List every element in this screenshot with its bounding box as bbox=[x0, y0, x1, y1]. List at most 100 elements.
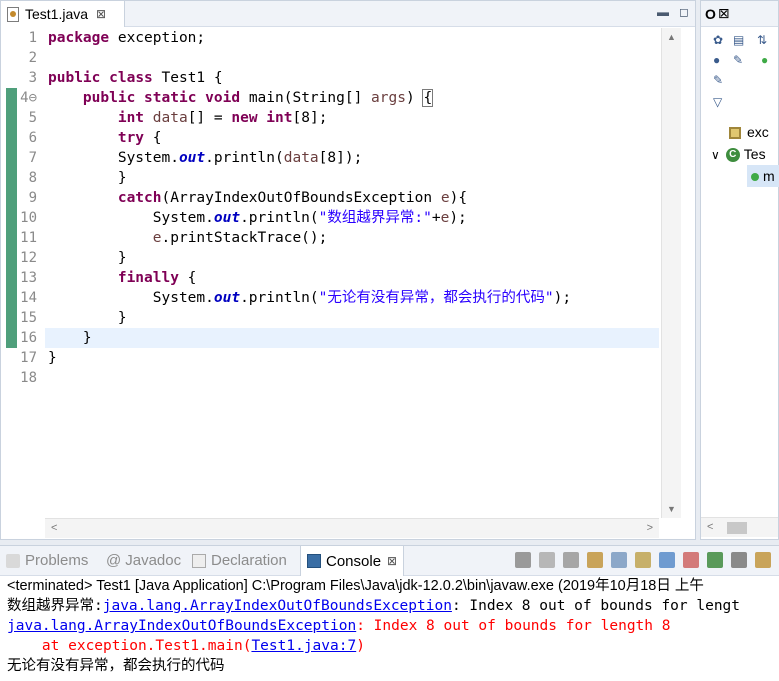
code-text: } bbox=[48, 168, 127, 188]
collapse-icon[interactable]: ▤ bbox=[733, 33, 747, 47]
minimize-icon[interactable]: ▬ bbox=[657, 5, 669, 19]
code-line[interactable]: 8 } bbox=[1, 168, 661, 188]
pin-console-icon[interactable] bbox=[707, 552, 723, 568]
show-stdout-icon[interactable] bbox=[659, 552, 675, 568]
code-token: int bbox=[266, 110, 293, 126]
code-line[interactable]: 14 System.out.println("无论有没有异常，都会执行的代码")… bbox=[1, 288, 661, 308]
line-number: 3 bbox=[28, 70, 37, 86]
hide-local-types-icon[interactable]: ✎ bbox=[713, 73, 727, 87]
code-line[interactable]: 4⊖ public static void main(String[] args… bbox=[1, 88, 661, 108]
tab-label: Declaration bbox=[211, 552, 287, 569]
expand-chevron-icon[interactable]: ∨ bbox=[711, 148, 720, 162]
code-text: } bbox=[48, 348, 57, 368]
close-console-icon[interactable]: ⊠ bbox=[387, 554, 397, 568]
code-line[interactable]: 6 try { bbox=[1, 128, 661, 148]
hide-nonpublic-icon[interactable]: ● bbox=[761, 53, 775, 67]
editor-horizontal-scrollbar[interactable]: < > bbox=[45, 518, 659, 538]
tab-declaration[interactable]: Declaration bbox=[192, 552, 287, 569]
code-line[interactable]: 12 } bbox=[1, 248, 661, 268]
code-line[interactable]: 17} bbox=[1, 348, 661, 368]
open-console-icon[interactable] bbox=[755, 552, 771, 568]
outline-item-method[interactable]: m bbox=[747, 165, 779, 187]
scroll-left-icon[interactable]: < bbox=[707, 521, 713, 533]
line-number: 9 bbox=[28, 190, 37, 206]
tab-outline[interactable]: O ⊠ bbox=[701, 1, 778, 27]
code-line[interactable]: 10 System.out.println("数组越界异常:"+e); bbox=[1, 208, 661, 228]
code-token: Test1 { bbox=[152, 70, 223, 86]
code-text: e.printStackTrace(); bbox=[48, 228, 328, 248]
scroll-lock-icon[interactable] bbox=[611, 552, 627, 568]
problems-icon bbox=[6, 553, 20, 568]
error-text: ) bbox=[356, 638, 365, 654]
output-text: 数组越界异常: bbox=[7, 598, 103, 614]
source-link[interactable]: Test1.java:7 bbox=[251, 638, 356, 654]
sync-icon[interactable]: ✿ bbox=[713, 33, 727, 47]
console-output[interactable]: <terminated> Test1 [Java Application] C:… bbox=[0, 576, 779, 681]
scroll-up-icon[interactable]: ▲ bbox=[667, 32, 676, 42]
outline-item-label: m bbox=[763, 168, 775, 184]
editor-tabbar: Test1.java ⊠ ▬ ◻ bbox=[1, 1, 695, 27]
tab-javadoc[interactable]: @ Javadoc bbox=[106, 552, 181, 569]
code-token: static bbox=[144, 90, 197, 106]
outline-item-class[interactable]: ∨ C Tes bbox=[711, 143, 766, 165]
display-console-icon[interactable] bbox=[731, 552, 747, 568]
code-token: new bbox=[231, 110, 258, 126]
code-line[interactable]: 1 package exception; bbox=[1, 28, 661, 48]
maximize-icon[interactable]: ◻ bbox=[679, 5, 689, 19]
clear-console-icon[interactable] bbox=[587, 552, 603, 568]
class-icon: C bbox=[725, 148, 740, 163]
tab-label: Console bbox=[326, 552, 382, 570]
line-number: 15 bbox=[20, 310, 37, 326]
scroll-left-icon[interactable]: < bbox=[51, 522, 57, 534]
outline-item-package[interactable]: exc bbox=[729, 121, 769, 143]
close-outline-icon[interactable]: ⊠ bbox=[718, 5, 730, 22]
hide-static-icon[interactable]: ✎ bbox=[733, 53, 747, 67]
declaration-icon bbox=[192, 553, 206, 568]
code-token: e bbox=[440, 190, 450, 206]
code-line[interactable]: 16 } bbox=[1, 328, 661, 348]
bottom-tabbar: Problems @ Javadoc Declaration Console ⊠ bbox=[0, 546, 779, 576]
tab-console[interactable]: Console ⊠ bbox=[300, 546, 405, 576]
code-token: } bbox=[48, 170, 127, 186]
terminate-icon[interactable] bbox=[515, 552, 531, 568]
code-line[interactable]: 9 catch(ArrayIndexOutOfBoundsException e… bbox=[1, 188, 661, 208]
sort-icon[interactable]: ⇅ bbox=[757, 33, 771, 47]
tab-test1-java[interactable]: Test1.java ⊠ bbox=[1, 1, 125, 27]
code-line[interactable]: 5 int data[] = new int[8]; bbox=[1, 108, 661, 128]
code-line[interactable]: 13 finally { bbox=[1, 268, 661, 288]
code-line[interactable]: 18 bbox=[1, 368, 661, 388]
code-line[interactable]: 15 } bbox=[1, 308, 661, 328]
code-line[interactable]: 7 System.out.println(data[8]); bbox=[1, 148, 661, 168]
scroll-down-icon[interactable]: ▼ bbox=[667, 504, 676, 514]
editor-vertical-scrollbar[interactable]: ▲ ▼ bbox=[661, 28, 681, 518]
close-tab-icon[interactable]: ⊠ bbox=[96, 7, 106, 21]
code-line[interactable]: 3 public class Test1 { bbox=[1, 68, 661, 88]
tab-problems[interactable]: Problems bbox=[6, 552, 88, 569]
line-number: 8 bbox=[28, 170, 37, 186]
console-toolbar bbox=[515, 552, 771, 568]
editor-window-controls: ▬ ◻ bbox=[657, 5, 689, 19]
code-token: .println( bbox=[205, 150, 284, 166]
exception-link[interactable]: java.lang.ArrayIndexOutOfBoundsException bbox=[103, 598, 452, 614]
code-token: void bbox=[205, 90, 241, 106]
code-line[interactable]: 11 e.printStackTrace(); bbox=[1, 228, 661, 248]
code-token: "无论有没有异常，都会执行的代码" bbox=[318, 290, 554, 306]
scroll-right-icon[interactable]: > bbox=[647, 522, 653, 534]
show-stderr-icon[interactable] bbox=[683, 552, 699, 568]
word-wrap-icon[interactable] bbox=[635, 552, 651, 568]
code-area[interactable]: 1 package exception; 2 3 public class Test1 … bbox=[1, 28, 695, 518]
code-token: int bbox=[117, 110, 145, 126]
scroll-thumb[interactable] bbox=[727, 522, 747, 534]
code-line[interactable]: 2 bbox=[1, 48, 661, 68]
code-token: e bbox=[152, 230, 162, 246]
remove-all-icon[interactable] bbox=[563, 552, 579, 568]
view-menu-icon[interactable]: ▽ bbox=[713, 95, 727, 109]
line-number: 16 bbox=[20, 330, 37, 346]
code-token: out bbox=[213, 210, 241, 226]
outline-horizontal-scrollbar[interactable]: < bbox=[701, 517, 778, 537]
exception-link[interactable]: java.lang.ArrayIndexOutOfBoundsException bbox=[7, 618, 356, 634]
remove-launch-icon[interactable] bbox=[539, 552, 555, 568]
hide-fields-icon[interactable]: ● bbox=[713, 53, 727, 67]
